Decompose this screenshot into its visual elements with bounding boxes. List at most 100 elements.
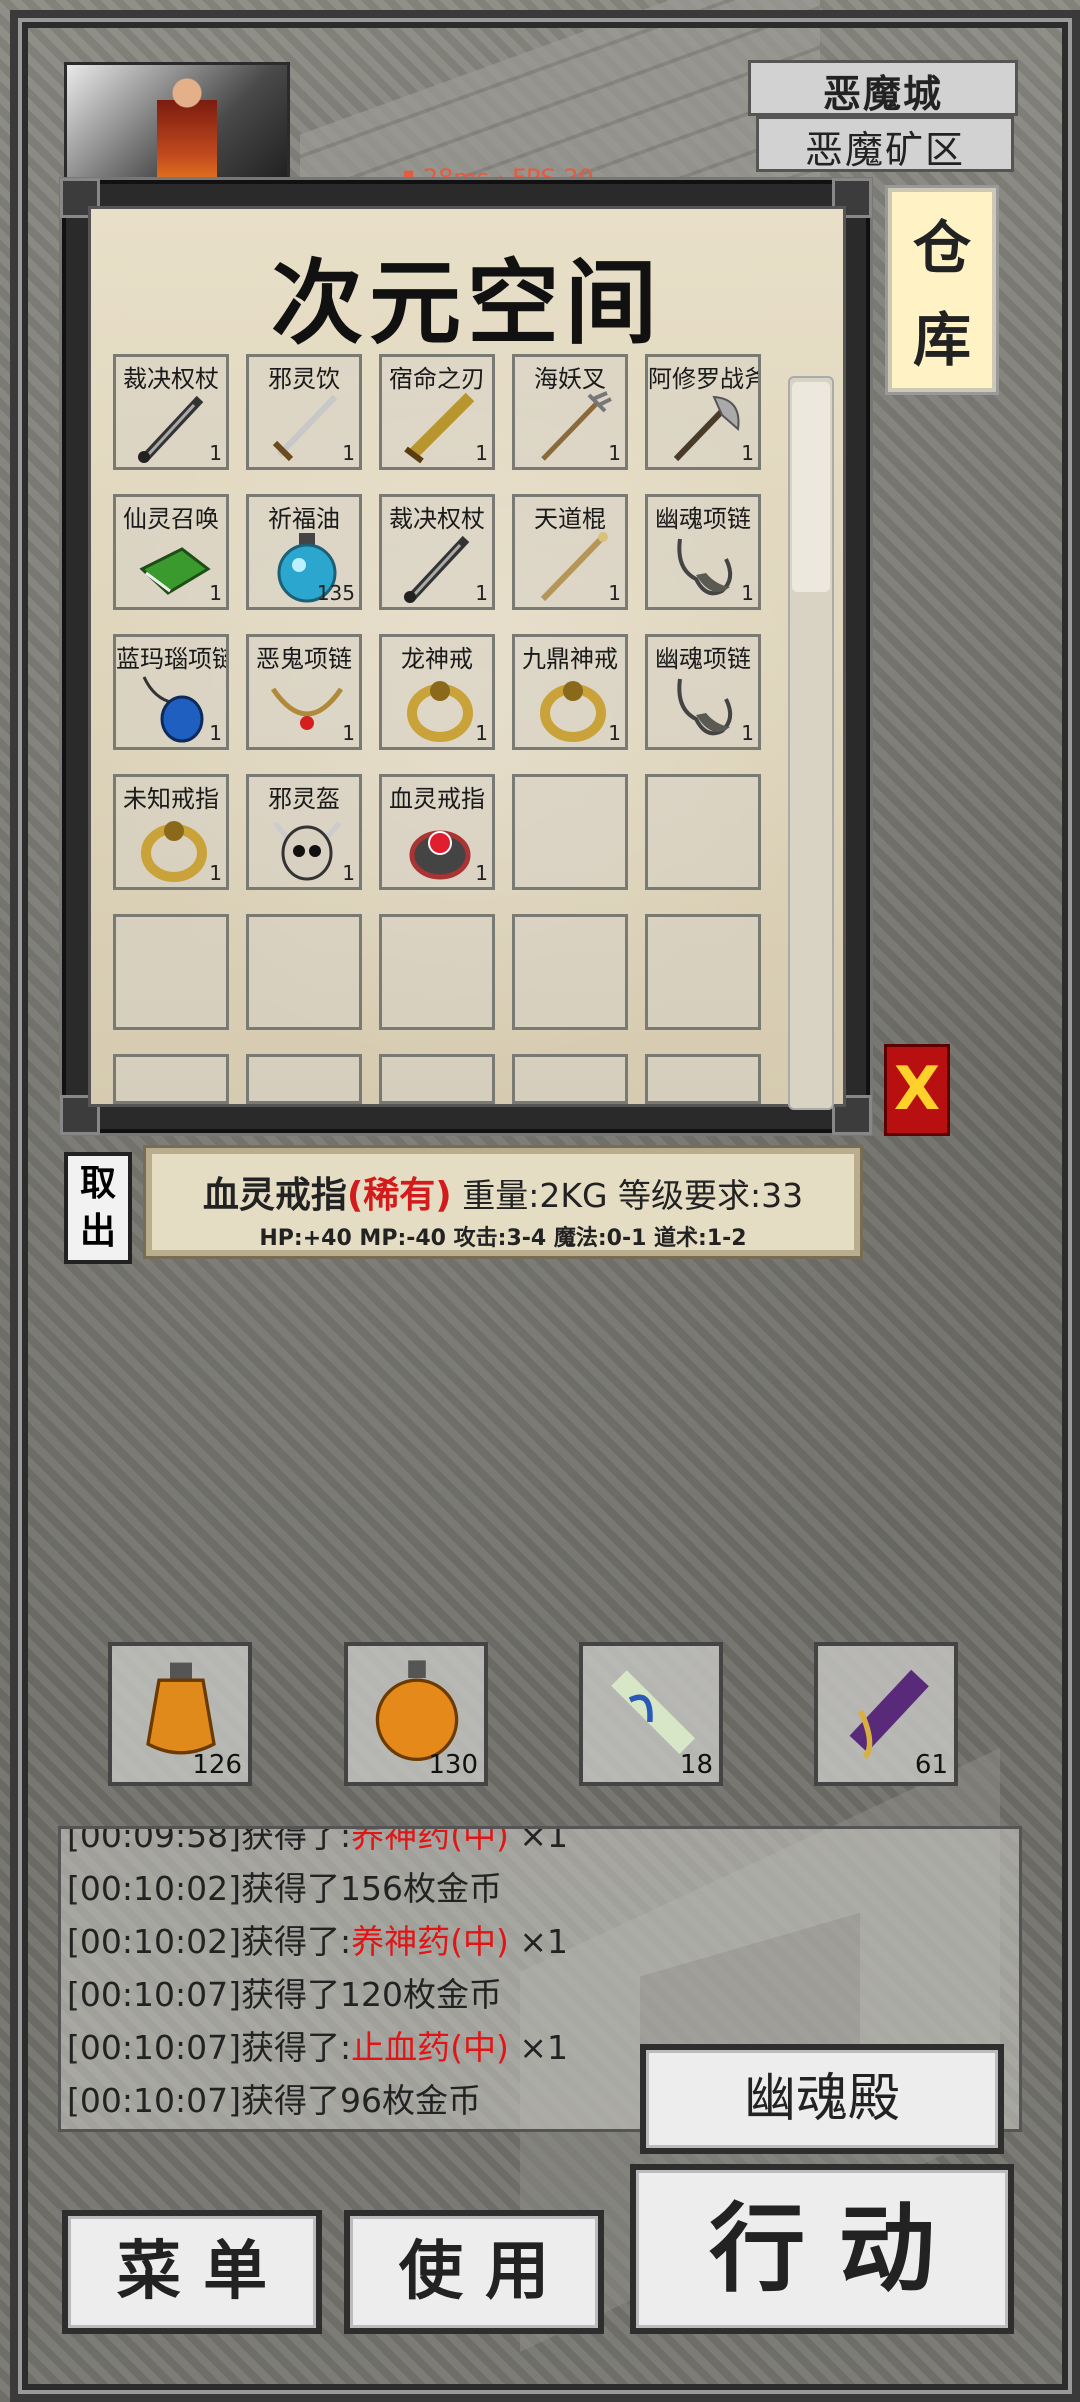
sword-icon [267, 389, 347, 465]
fang-necklace-icon [267, 669, 347, 745]
item-info-header: 血灵戒指(稀有) 重量:2KG 等级要求:33 [152, 1166, 854, 1218]
item-rarity: (稀有) [346, 1175, 452, 1216]
slot-item-name: 邪灵盔 [268, 785, 340, 813]
inventory-scrollbar[interactable] [788, 376, 834, 1110]
slot-item-name: 仙灵召唤 [123, 505, 219, 533]
slot-item-count: 1 [608, 441, 621, 465]
inventory-slot[interactable] [113, 914, 229, 1030]
inventory-slot[interactable]: 蓝玛瑙项链 1 [113, 634, 229, 750]
inventory-slot[interactable]: 幽魂项链 1 [645, 494, 761, 610]
destination-button[interactable]: 幽魂殿 [640, 2044, 1004, 2154]
inventory-slot[interactable] [246, 1054, 362, 1104]
item-name: 血灵戒指 [202, 1175, 347, 1216]
inventory-slot[interactable] [645, 914, 761, 1030]
slot-item-count: 1 [475, 581, 488, 605]
slot-item-name: 邪灵饮 [268, 365, 340, 393]
slot-item-count: 1 [475, 861, 488, 885]
log-text: 获得了: [240, 1826, 352, 1855]
close-button[interactable]: X [884, 1044, 950, 1136]
inventory-slot[interactable]: 恶鬼项链 1 [246, 634, 362, 750]
warehouse-button[interactable]: 仓库 [888, 188, 996, 392]
inventory-slot[interactable]: 裁决权杖 1 [113, 354, 229, 470]
quickbar-slot[interactable]: 18 [579, 1642, 723, 1786]
inventory-slot[interactable] [645, 1054, 761, 1104]
inventory-slot[interactable] [246, 914, 362, 1030]
quickbar-slot[interactable]: 61 [814, 1642, 958, 1786]
inventory-slot[interactable] [512, 1054, 628, 1104]
slot-item-count: 1 [741, 721, 754, 745]
necklace-icon [666, 669, 746, 745]
quickbar-count: 61 [914, 1750, 948, 1780]
log-quantity: ×1 [508, 1826, 568, 1855]
inventory-slot[interactable]: 宿命之刃 1 [379, 354, 495, 470]
quickbar-slot[interactable]: 130 [344, 1642, 488, 1786]
inventory-slot[interactable] [379, 1054, 495, 1104]
log-quantity: ×1 [508, 2028, 568, 2067]
inventory-slot[interactable] [512, 914, 628, 1030]
inventory-slot[interactable]: 阿修罗战斧 1 [645, 354, 761, 470]
slot-item-name: 恶鬼项链 [256, 645, 352, 673]
panel-title: 次元空间 [270, 249, 663, 357]
inventory-slot[interactable]: 邪灵饮 1 [246, 354, 362, 470]
inventory-slot[interactable]: 幽魂项链 1 [645, 634, 761, 750]
scrollbar-thumb[interactable] [792, 382, 830, 592]
slot-item-name: 幽魂项链 [655, 645, 751, 673]
inventory-slot[interactable]: 血灵戒指 1 [379, 774, 495, 890]
inventory-slot[interactable]: 海妖叉 1 [512, 354, 628, 470]
menu-button[interactable]: 菜 单 [62, 2210, 322, 2334]
inventory-slot[interactable]: 邪灵盔 1 [246, 774, 362, 890]
log-text: 获得了: [240, 1922, 352, 1961]
character-figure [157, 75, 217, 193]
quickbar-slot[interactable]: 126 [108, 1642, 252, 1786]
item-stats: HP:+40 MP:-40 攻击:3-4 魔法:0-1 道术:1-2 [259, 1226, 747, 1251]
log-text: 获得了96枚金币 [240, 2081, 481, 2120]
slot-item-name: 阿修罗战斧 [648, 365, 761, 393]
inventory-slot[interactable]: 龙神戒 1 [379, 634, 495, 750]
ring-icon [533, 669, 613, 745]
axe-icon [666, 389, 746, 465]
inventory-slot[interactable]: 祈福油 135 [246, 494, 362, 610]
log-time: [00:10:07] [67, 2081, 241, 2120]
log-line: [00:10:07]获得了:止血药(中) ×1 [67, 2021, 568, 2069]
dimension-space-panel: 次元空间 裁决权杖 1 邪灵饮 1 宿命之刃 1 海妖叉 1 阿修罗战斧 1 仙灵召唤 1 祈福油 135… [60, 178, 872, 1135]
panel-body: 次元空间 裁决权杖 1 邪灵饮 1 宿命之刃 1 海妖叉 1 阿修罗战斧 1 仙灵召唤 1 祈福油 135… [88, 206, 846, 1110]
item-meta: 重量:2KG 等级要求:33 [451, 1176, 804, 1215]
inventory-slot[interactable] [379, 914, 495, 1030]
log-text: 获得了156枚金币 [240, 1869, 502, 1908]
slot-item-count: 1 [741, 441, 754, 465]
log-time: [00:10:07] [67, 1975, 241, 2014]
take-out-button[interactable]: 取出 [64, 1152, 132, 1264]
log-time: [00:10:02] [67, 1869, 241, 1908]
slot-item-count: 1 [209, 721, 222, 745]
inventory-slot[interactable]: 裁决权杖 1 [379, 494, 495, 610]
log-text: 获得了: [240, 2028, 352, 2067]
use-button[interactable]: 使 用 [344, 2210, 604, 2334]
inventory-slot[interactable]: 仙灵召唤 1 [113, 494, 229, 610]
log-quantity: ×1 [508, 1922, 568, 1961]
inventory-slot[interactable] [645, 774, 761, 890]
action-button[interactable]: 行 动 [630, 2164, 1014, 2334]
inventory-slot[interactable] [512, 774, 628, 890]
trident-icon [533, 389, 613, 465]
book-icon [134, 529, 214, 605]
scepter-icon [134, 389, 214, 465]
slot-item-count: 1 [342, 441, 355, 465]
slot-item-name: 宿命之刃 [389, 365, 485, 393]
staff-icon [533, 529, 613, 605]
slot-item-name: 海妖叉 [534, 365, 606, 393]
ruby-ring-icon [400, 809, 480, 885]
inventory-slot[interactable]: 九鼎神戒 1 [512, 634, 628, 750]
character-portrait[interactable] [64, 62, 290, 196]
take-out-label: 取出 [79, 1163, 116, 1252]
slot-item-count: 1 [209, 441, 222, 465]
inventory-slot[interactable]: 天道棍 1 [512, 494, 628, 610]
slot-item-count: 1 [608, 581, 621, 605]
log-line: [00:10:07]获得了96枚金币 [67, 2074, 481, 2122]
slot-item-count: 135 [316, 581, 355, 605]
inventory-slot[interactable]: 未知戒指 1 [113, 774, 229, 890]
log-item: 止血药(中) [351, 2028, 509, 2067]
area-name: 恶魔矿区 [756, 116, 1014, 172]
inventory-slot[interactable] [113, 1054, 229, 1104]
slot-item-count: 1 [342, 861, 355, 885]
necklace-icon [666, 529, 746, 605]
